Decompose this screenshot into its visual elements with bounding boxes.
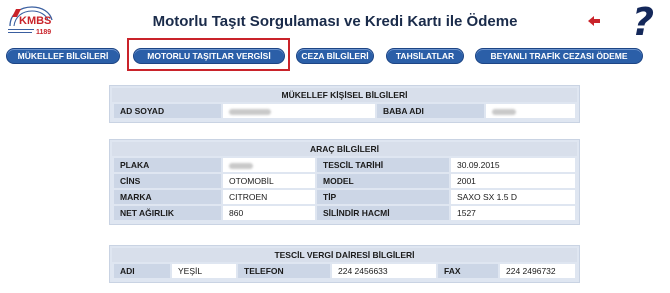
vehicle-row: MARKA CITROEN TİP SAXO SX 1.5 D (114, 190, 575, 204)
model-value: 2001 (451, 174, 575, 188)
variant-label: TİP (317, 190, 449, 204)
fax-label: FAX (438, 264, 498, 278)
name-label: AD SOYAD (114, 104, 221, 118)
father-name-label: BABA ADI (377, 104, 484, 118)
phone-value: 224 2456633 (332, 264, 436, 278)
father-name-value (486, 104, 575, 118)
nav-tahsilatlar[interactable]: TAHSİLATLAR (386, 48, 464, 64)
tax-office-title: TESCİL VERGİ DAİRESİ BİLGİLERİ (112, 248, 577, 262)
model-label: MODEL (317, 174, 449, 188)
logo-number: 1189 (36, 29, 51, 36)
tax-office-panel: TESCİL VERGİ DAİRESİ BİLGİLERİ ADI YEŞİL… (109, 245, 580, 283)
vehicle-info-panel: ARAÇ BİLGİLERİ PLAKA TESCİL TARİHİ 30.09… (109, 139, 580, 225)
nav-beyanli-trafik-cezasi-odeme[interactable]: BEYANLI TRAFİK CEZASI ÖDEME (475, 48, 643, 64)
vehicle-row: CİNS OTOMOBİL MODEL 2001 (114, 174, 575, 188)
personal-info-title: MÜKELLEF KİŞİSEL BİLGİLERİ (112, 88, 577, 102)
page-title: Motorlu Taşıt Sorgulaması ve Kredi Kartı… (152, 13, 518, 30)
tax-office-table: ADI YEŞİL TELEFON 224 2456633 FAX 224 24… (112, 262, 577, 280)
registration-date-label: TESCİL TARİHİ (317, 158, 449, 172)
fax-value: 224 2496732 (500, 264, 575, 278)
office-name-value: YEŞİL (172, 264, 236, 278)
vehicle-info-title: ARAÇ BİLGİLERİ (112, 142, 577, 156)
registration-date-value: 30.09.2015 (451, 158, 575, 172)
brand-value: CITROEN (223, 190, 315, 204)
help-icon[interactable]: ? (632, 2, 654, 42)
back-arrow-icon[interactable] (587, 14, 601, 26)
personal-info-table: AD SOYAD BABA ADI (112, 102, 577, 120)
personal-info-panel: MÜKELLEF KİŞİSEL BİLGİLERİ AD SOYAD BABA… (109, 85, 580, 123)
main-nav: MÜKELLEF BİLGİLERİ MOTORLU TAŞITLAR VERG… (0, 48, 670, 64)
engine-volume-value: 1527 (451, 206, 575, 220)
nav-ceza-bilgileri[interactable]: CEZA BİLGİLERİ (296, 48, 374, 64)
name-value (223, 104, 375, 118)
brand-label: MARKA (114, 190, 221, 204)
plate-value (223, 158, 315, 172)
phone-label: TELEFON (238, 264, 330, 278)
vehicle-row: PLAKA TESCİL TARİHİ 30.09.2015 (114, 158, 575, 172)
type-value: OTOMOBİL (223, 174, 315, 188)
net-weight-value: 860 (223, 206, 315, 220)
nav-mukellef-bilgileri[interactable]: MÜKELLEF BİLGİLERİ (6, 48, 120, 64)
vehicle-row: NET AĞIRLIK 860 SİLİNDİR HACMİ 1527 (114, 206, 575, 220)
engine-volume-label: SİLİNDİR HACMİ (317, 206, 449, 220)
office-name-label: ADI (114, 264, 170, 278)
variant-value: SAXO SX 1.5 D (451, 190, 575, 204)
selected-nav-highlight (127, 38, 290, 71)
vehicle-info-table: PLAKA TESCİL TARİHİ 30.09.2015 CİNS OTOM… (112, 156, 577, 222)
plate-label: PLAKA (114, 158, 221, 172)
type-label: CİNS (114, 174, 221, 188)
net-weight-label: NET AĞIRLIK (114, 206, 221, 220)
